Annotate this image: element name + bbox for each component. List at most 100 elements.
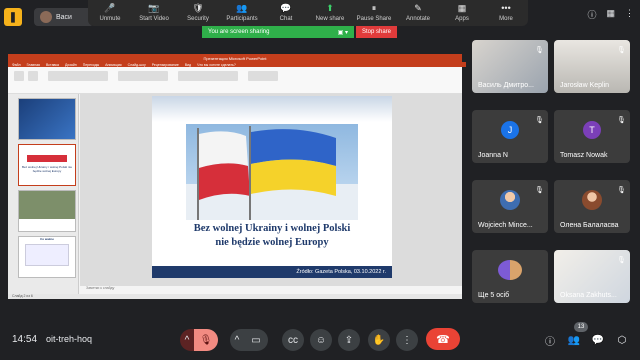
ppt-tab[interactable]: Переходы	[83, 63, 99, 67]
end-call-button[interactable]: ☎	[426, 328, 460, 350]
activities-button[interactable]: ⬡	[615, 333, 629, 347]
participant-tile[interactable]: J 🎙 Joanna N	[472, 110, 548, 163]
mic-off-icon: 🎙	[617, 257, 626, 264]
zoom-new-share-button[interactable]: ⬆ New share	[308, 0, 352, 23]
meeting-code[interactable]: oit-treh-hoq	[46, 334, 92, 344]
group-avatars	[498, 260, 522, 280]
sharing-message: You are screen sharing ▣ ▾	[202, 26, 354, 38]
zoom-button-label: Start Video	[139, 16, 169, 22]
chat-icon: 💬	[591, 334, 605, 346]
stop-share-button[interactable]: Stop share	[356, 26, 398, 38]
slide-thumb-2[interactable]: Bez wolnej Ukrainy i wolnej Polski nie b…	[18, 144, 76, 186]
zoom-participants-button[interactable]: 👥 Participants	[220, 0, 264, 23]
participant-tile[interactable]: 🎙 Oksana Zakhuts...	[554, 250, 630, 303]
clock: 14:54	[12, 334, 38, 345]
emoji-icon: ☺	[315, 334, 327, 346]
camera-button[interactable]: ▭	[244, 329, 268, 351]
zoom-annotate-button[interactable]: ✎ Annotate	[396, 0, 440, 23]
shared-screen: Презентация Microsoft PowerPoint Файл Гла…	[8, 54, 466, 299]
apps-icon: ▦	[457, 2, 467, 13]
zoom-chat-button[interactable]: 💬 Chat	[264, 0, 308, 23]
participant-tile[interactable]: 🎙 Wojciech Mince...	[472, 180, 548, 233]
ppt-tab[interactable]: Слайд-шоу	[128, 63, 146, 67]
participant-name: Олена Балаласва	[560, 222, 619, 229]
mic-button[interactable]: 🎙	[194, 329, 218, 351]
chat-button[interactable]: 💬	[591, 333, 605, 347]
paste-icon[interactable]	[14, 71, 24, 81]
notes-pane[interactable]: Заметки к слайду	[80, 286, 462, 294]
avatar: J	[501, 121, 519, 139]
participant-name: Jarosław Keplin	[560, 82, 610, 89]
raise-hand-button[interactable]: ✋	[368, 329, 390, 351]
presenter-chip[interactable]: Васи	[34, 8, 94, 26]
new-slide-icon[interactable]	[28, 71, 38, 81]
participant-tile[interactable]: Ще 5 осіб	[472, 250, 548, 303]
chevron-up-icon: ^	[234, 334, 240, 346]
avatar: T	[583, 121, 601, 139]
zoom-unmute-button[interactable]: 🎤 Unmute	[88, 0, 132, 23]
mic-off-icon: 🎙	[617, 117, 626, 124]
participant-name: Joanna N	[478, 152, 508, 159]
people-button[interactable]: 👥	[567, 333, 581, 347]
ppt-ribbon	[8, 67, 462, 94]
ppt-tab[interactable]: Что вы хотите сделать?	[197, 63, 236, 67]
slide-canvas: Bez wolnej Ukrainy i wolnej Polski nie b…	[80, 94, 462, 294]
ppt-tab[interactable]: Главная	[27, 63, 40, 67]
zoom-start-video-button[interactable]: 📷 Start Video	[132, 0, 176, 23]
reactions-button[interactable]: ☺	[310, 329, 332, 351]
participant-tile[interactable]: 🎙 Василь Дмитро...	[472, 40, 548, 93]
slide-thumb-4[interactable]: Co ważne	[18, 236, 76, 278]
mic-off-icon: 🎙	[535, 187, 544, 194]
zoom-pause-share-button[interactable]: ⏸ Pause Share	[352, 0, 396, 23]
slide-heading: Bez wolnej Ukrainy i wolnej Polski nie b…	[152, 222, 392, 250]
zoom-button-label: Apps	[455, 16, 469, 22]
participant-name: Tomasz Nowak	[560, 152, 608, 159]
zoom-button-label: New share	[315, 16, 345, 22]
video-off-icon: 📷	[148, 2, 160, 13]
current-slide[interactable]: Bez wolnej Ukrainy i wolnej Polski nie b…	[152, 96, 392, 278]
mic-off-icon: 🎙	[535, 47, 544, 54]
zoom-apps-button[interactable]: ▦ Apps	[440, 0, 484, 23]
drawing-group[interactable]	[178, 71, 238, 81]
paragraph-group[interactable]	[118, 71, 168, 81]
ppt-tab[interactable]: Вставка	[46, 63, 59, 67]
hand-icon: ✋	[372, 334, 386, 346]
people-count-badge: 13	[574, 322, 588, 332]
ppt-tab[interactable]: Вид	[185, 63, 191, 67]
meeting-info-button[interactable]: ⓘ	[543, 333, 557, 348]
more-options-button[interactable]: ⋮	[396, 329, 418, 351]
slide-thumb-1[interactable]	[18, 98, 76, 140]
more-icon[interactable]: ⋮	[625, 8, 634, 21]
slide-header-wave	[152, 96, 392, 122]
present-icon: ⇪	[344, 334, 354, 346]
ppt-tab[interactable]: Рецензирование	[152, 63, 179, 67]
participant-tile[interactable]: T 🎙 Tomasz Nowak	[554, 110, 630, 163]
captions-button[interactable]: cc	[282, 329, 304, 351]
participant-name: Василь Дмитро...	[478, 82, 534, 89]
camera-icon: ▭	[251, 334, 261, 346]
info-icon[interactable]: ⓘ	[587, 8, 596, 21]
participant-tile[interactable]: 🎙 Jarosław Keplin	[554, 40, 630, 93]
sharing-message-text: You are screen sharing	[208, 29, 270, 35]
font-group[interactable]	[48, 71, 108, 81]
ppt-tab[interactable]: Дизайн	[65, 63, 77, 67]
zoom-security-button[interactable]: 🛡 Security	[176, 0, 220, 23]
ppt-tab[interactable]: Анимация	[105, 63, 121, 67]
ppt-tab[interactable]: Файл	[12, 63, 21, 67]
ppt-window-title: Презентация Microsoft PowerPoint	[203, 55, 267, 61]
mic-off-icon: 🎤	[104, 2, 116, 13]
zoom-share-toolbar: 🎤 Unmute 📷 Start Video 🛡 Security 👥 Participant…	[88, 0, 528, 26]
presenter-name: Васи	[56, 13, 72, 21]
participant-tile[interactable]: 🎙 Олена Балаласва	[554, 180, 630, 233]
present-button[interactable]: ⇪	[338, 329, 360, 351]
zoom-more-button[interactable]: ••• More	[484, 0, 528, 22]
chevron-up-icon: ^	[184, 334, 190, 346]
layout-icon[interactable]: ▦	[606, 8, 615, 21]
activities-icon: ⬡	[617, 334, 627, 346]
editing-group[interactable]	[248, 71, 278, 81]
slide-heading-line1: Bez wolnej Ukrainy i wolnej Polski	[193, 223, 351, 234]
sharing-options-icon[interactable]: ▣ ▾	[338, 29, 348, 36]
stop-share-label: Stop share	[362, 29, 392, 35]
participants-icon: 👥	[236, 2, 248, 13]
slide-thumb-3[interactable]	[18, 190, 76, 232]
